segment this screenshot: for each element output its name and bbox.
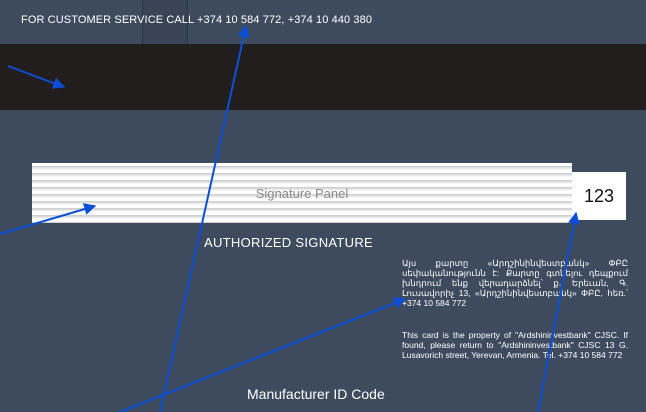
arrow-to-cvv-code	[537, 211, 580, 412]
ownership-notice-armenian: Այս քարտը «Արդշինինվեստբանկ» ՓԲԸ սեփական…	[402, 258, 628, 308]
cvv-code: 123	[572, 172, 626, 220]
manufacturer-id-label: Manufacturer ID Code	[247, 386, 385, 402]
magnetic-stripe	[0, 44, 646, 110]
card-back: FOR CUSTOMER SERVICE CALL +374 10 584 77…	[0, 0, 646, 412]
ownership-notice-english: This card is the property of "Ardshininv…	[402, 330, 628, 360]
signature-panel: Signature Panel	[32, 163, 572, 223]
signature-panel-label: Signature Panel	[255, 185, 349, 201]
customer-service-line: FOR CUSTOMER SERVICE CALL +374 10 584 77…	[21, 14, 373, 26]
authorized-signature-label: AUTHORIZED SIGNATURE	[204, 235, 373, 250]
